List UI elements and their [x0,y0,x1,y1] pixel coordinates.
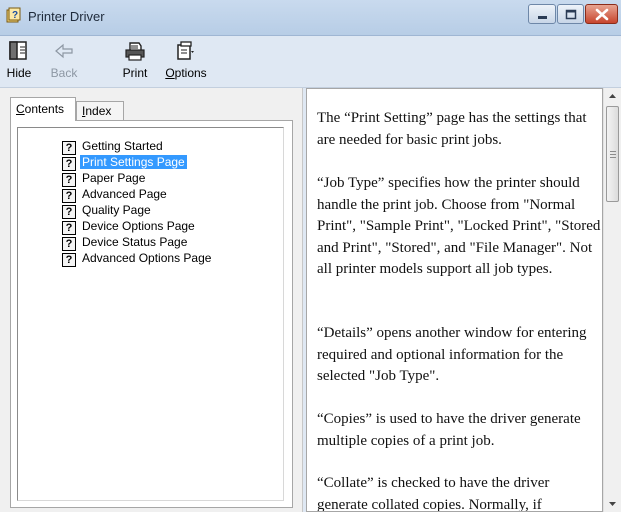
options-button[interactable]: Options [160,38,212,84]
grip-icon [610,151,616,158]
hide-pane-icon [9,41,27,60]
topic-paragraph: “Job Type” specifies how the printer sho… [317,175,601,277]
tree-item-advanced-page[interactable]: ? Advanced Page [62,186,169,203]
help-topic-icon: ? [62,173,76,187]
navigation-pane: Contents Index ? Getting Started ? Print S… [0,88,303,512]
tree-item-label: Print Settings Page [80,155,187,169]
scrollbar-thumb[interactable] [606,106,619,202]
tree-item-label: Getting Started [82,139,163,153]
tree-item-paper-page[interactable]: ? Paper Page [62,170,147,187]
minimize-icon [538,16,547,19]
minimize-button[interactable] [528,4,556,24]
contents-panel: ? Getting Started ? Print Settings Page ? P… [10,120,293,508]
toolbar: Hide Back Print Options [0,36,621,88]
help-topic-icon: ? [62,221,76,235]
scroll-down-icon[interactable] [604,496,621,512]
window-title: Printer Driver [28,9,105,24]
tree-item-label: Device Status Page [82,235,188,249]
tree-item-device-options-page[interactable]: ? Device Options Page [62,218,197,235]
tree-item-advanced-options-page[interactable]: ? Advanced Options Page [62,250,213,267]
topic-content[interactable]: The “Print Setting” page has the setting… [306,88,603,512]
tree-item-label: Device Options Page [82,219,195,233]
hide-label: Hide [6,66,32,80]
title-bar: ? Printer Driver [0,0,621,36]
vertical-scrollbar[interactable] [603,88,621,512]
tab-index-label: Index [82,104,112,118]
tree-item-quality-page[interactable]: ? Quality Page [62,202,153,219]
close-icon [595,8,609,21]
print-label: Print [122,66,148,80]
help-topic-icon: ? [62,205,76,219]
topic-paragraph: “Copies” is used to have the driver gene… [317,411,581,449]
tab-contents-label: Contents [16,102,65,116]
close-button[interactable] [585,4,618,24]
help-topic-icon: ? [62,237,76,251]
tree-item-label: Quality Page [82,203,151,217]
tree-item-label: Advanced Page [82,187,167,201]
topic-paragraph: “Details” opens another window for enter… [317,325,587,384]
svg-text:?: ? [12,10,18,21]
back-label: Back [50,66,78,80]
help-book-icon: ? [6,7,22,23]
topic-paragraph: The “Print Setting” page has the setting… [317,110,587,148]
print-button[interactable]: Print [118,38,152,84]
hide-button[interactable]: Hide [2,38,36,84]
contents-tree[interactable]: ? Getting Started ? Print Settings Page ? P… [17,127,284,501]
help-topic-icon: ? [62,141,76,155]
back-button[interactable]: Back [46,38,82,84]
tree-item-label: Paper Page [82,171,146,185]
help-topic-icon: ? [62,189,76,203]
tree-item-device-status-page[interactable]: ? Device Status Page [62,234,189,251]
printer-icon [125,42,145,61]
topic-paragraph: “Collate” is checked to have the driver … [317,475,550,512]
maximize-button[interactable] [557,4,584,24]
help-topic-icon: ? [62,157,76,171]
help-topic-icon: ? [62,253,76,267]
tree-item-print-settings-page[interactable]: ? Print Settings Page [62,154,187,171]
tab-contents[interactable]: Contents [10,97,76,121]
options-icon [177,41,194,60]
tree-item-getting-started[interactable]: ? Getting Started [62,138,165,155]
maximize-icon [565,9,577,20]
topic-pane: The “Print Setting” page has the setting… [306,88,621,512]
back-arrow-icon [55,43,73,59]
tab-index[interactable]: Index [76,101,124,122]
scroll-up-icon[interactable] [604,88,621,104]
tree-item-label: Advanced Options Page [82,251,212,265]
options-label: Options [165,66,207,80]
